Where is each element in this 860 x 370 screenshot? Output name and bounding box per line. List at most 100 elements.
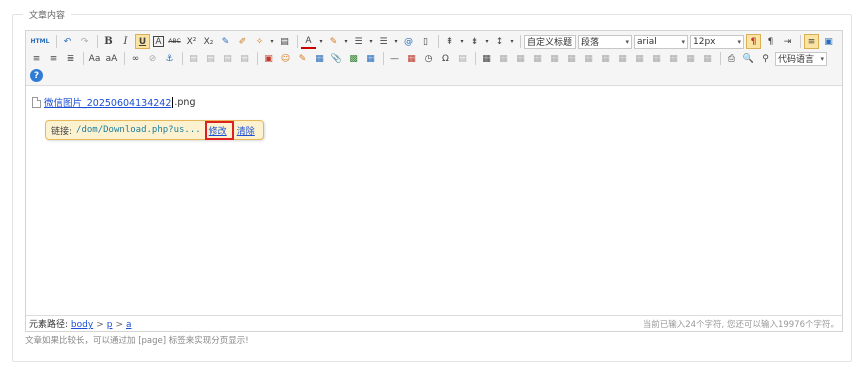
image-left-icon[interactable]: ▤ xyxy=(186,51,201,66)
insert-col-icon[interactable]: ▦ xyxy=(564,51,579,66)
html-source-button[interactable]: HTML xyxy=(29,34,51,49)
path-item-body[interactable]: body xyxy=(71,320,93,330)
toolbar-separator xyxy=(124,52,125,65)
help-icon[interactable]: ? xyxy=(30,69,43,82)
font-color-dropdown-icon[interactable]: ▾ xyxy=(318,34,324,49)
highlight-icon[interactable]: ✎ xyxy=(326,34,341,49)
image-right-icon[interactable]: ▤ xyxy=(220,51,235,66)
paragraph-value: 段落 xyxy=(581,38,600,48)
rtl-direction-icon[interactable]: ¶ xyxy=(763,34,778,49)
at-sign-icon[interactable]: @ xyxy=(401,34,416,49)
attachment-link[interactable]: 微信图片_20250604134242 xyxy=(44,95,171,109)
attachment-icon[interactable]: 📎 xyxy=(329,51,344,66)
subscript-button[interactable]: X₂ xyxy=(201,34,216,49)
image-icon[interactable]: ▣ xyxy=(261,51,276,66)
indent-icon[interactable]: ⇥ xyxy=(780,34,795,49)
custom-title-value: 自定义标题 xyxy=(527,38,573,48)
merge-right-icon[interactable]: ▦ xyxy=(615,51,630,66)
insert-table-icon[interactable]: ▦ xyxy=(479,51,494,66)
path-item-a[interactable]: a xyxy=(126,320,132,330)
brush-icon[interactable]: ✐ xyxy=(235,34,250,49)
align-center-icon[interactable]: ≡ xyxy=(29,51,44,66)
ordered-list-icon[interactable]: ☰ xyxy=(351,34,366,49)
document-icon[interactable]: ▯ xyxy=(418,34,433,49)
chart-icon[interactable]: ▦ xyxy=(700,51,715,66)
horizontal-rule-icon[interactable]: — xyxy=(387,51,402,66)
toolbar-separator xyxy=(182,52,183,65)
uppercase-icon[interactable]: Aa xyxy=(87,51,102,66)
line-height-dropdown-icon[interactable]: ▾ xyxy=(509,34,515,49)
strikethrough-button[interactable]: ABC xyxy=(167,34,182,49)
merge-down-icon[interactable]: ▦ xyxy=(632,51,647,66)
dropdown-arrow-icon[interactable]: ▾ xyxy=(269,34,275,49)
image-none-icon[interactable]: ▤ xyxy=(203,51,218,66)
undo-icon[interactable]: ↶ xyxy=(60,34,75,49)
font-border-icon[interactable]: A xyxy=(153,36,164,47)
preview-icon[interactable]: 🔍 xyxy=(741,51,756,66)
font-family-select[interactable]: arial ▾ xyxy=(634,34,688,49)
image-center-icon[interactable]: ▤ xyxy=(237,51,252,66)
toolbar-separator xyxy=(475,52,476,65)
link-popup: 链接: /dom/Download.php?us... 修改 清除 xyxy=(45,120,264,140)
delete-table-icon[interactable]: ▦ xyxy=(496,51,511,66)
delete-col-icon[interactable]: ▦ xyxy=(581,51,596,66)
element-path-label: 元素路径: xyxy=(29,320,69,330)
video-icon[interactable]: ▦ xyxy=(312,51,327,66)
path-separator: > xyxy=(96,320,104,330)
underline-button[interactable]: U xyxy=(135,34,150,49)
split-rows-icon[interactable]: ▦ xyxy=(666,51,681,66)
unlink-icon[interactable]: ⊘ xyxy=(145,51,160,66)
row-spacing-bottom-dropdown-icon[interactable]: ▾ xyxy=(484,34,490,49)
unordered-list-icon[interactable]: ☰ xyxy=(376,34,391,49)
anchor-icon[interactable]: ⚓ xyxy=(162,51,177,66)
date-icon[interactable]: ▦ xyxy=(404,51,419,66)
font-color-button[interactable]: A xyxy=(301,34,316,49)
link-icon[interactable]: ∞ xyxy=(128,51,143,66)
paragraph-select[interactable]: 段落 ▾ xyxy=(578,34,632,49)
highlight-dropdown-icon[interactable]: ▾ xyxy=(343,34,349,49)
font-size-select[interactable]: 12px ▾ xyxy=(690,34,744,49)
code-language-select[interactable]: 代码语言 ▾ xyxy=(775,51,827,66)
insert-row-icon[interactable]: ▦ xyxy=(530,51,545,66)
delete-row-icon[interactable]: ▦ xyxy=(547,51,562,66)
special-char-icon[interactable]: Ω xyxy=(438,51,453,66)
align-right-icon[interactable]: ≡ xyxy=(46,51,61,66)
toolbar-separator xyxy=(83,52,84,65)
emoticon-icon[interactable]: ☺ xyxy=(278,51,293,66)
superscript-button[interactable]: X² xyxy=(184,34,199,49)
link-url[interactable]: /dom/Download.php?us... xyxy=(76,125,201,135)
paste-text-icon[interactable]: ▤ xyxy=(277,34,292,49)
row-spacing-top-dropdown-icon[interactable]: ▾ xyxy=(459,34,465,49)
fullscreen-icon[interactable]: ▣ xyxy=(821,34,836,49)
map-icon[interactable]: ▩ xyxy=(346,51,361,66)
edit-link-button[interactable]: 修改 xyxy=(209,127,227,137)
lowercase-icon[interactable]: aA xyxy=(104,51,119,66)
time-icon[interactable]: ◷ xyxy=(421,51,436,66)
ordered-list-dropdown-icon[interactable]: ▾ xyxy=(368,34,374,49)
row-spacing-top-icon[interactable]: ⇞ xyxy=(442,34,457,49)
italic-button[interactable]: I xyxy=(118,34,133,49)
unordered-list-dropdown-icon[interactable]: ▾ xyxy=(393,34,399,49)
format-match-icon[interactable]: ✎ xyxy=(218,34,233,49)
merge-cells-icon[interactable]: ▦ xyxy=(598,51,613,66)
split-cols-icon[interactable]: ▦ xyxy=(683,51,698,66)
clear-link-button[interactable]: 清除 xyxy=(237,124,255,137)
gallery-icon[interactable]: ▦ xyxy=(363,51,378,66)
bold-button[interactable]: B xyxy=(101,34,116,49)
redo-icon[interactable]: ↷ xyxy=(77,34,92,49)
justify-icon[interactable]: ≣ xyxy=(63,51,78,66)
custom-title-select[interactable]: 自定义标题 xyxy=(524,34,576,49)
editor-content-area[interactable]: 微信图片_20250604134242 .png 链接: /dom/Downloa… xyxy=(26,87,842,315)
align-left-icon[interactable]: ≡ xyxy=(804,34,819,49)
path-item-p[interactable]: p xyxy=(107,320,113,330)
insert-paragraph-before-icon[interactable]: ▦ xyxy=(513,51,528,66)
print-icon[interactable]: ⎙ xyxy=(724,51,739,66)
scrawl-icon[interactable]: ✎ xyxy=(295,51,310,66)
template-icon[interactable]: ▤ xyxy=(455,51,470,66)
search-replace-icon[interactable]: ⚲ xyxy=(758,51,773,66)
line-height-icon[interactable]: ↕ xyxy=(492,34,507,49)
auto-format-icon[interactable]: ✧ xyxy=(252,34,267,49)
ltr-direction-icon[interactable]: ¶ xyxy=(746,34,761,49)
row-spacing-bottom-icon[interactable]: ⇟ xyxy=(467,34,482,49)
split-cells-icon[interactable]: ▦ xyxy=(649,51,664,66)
